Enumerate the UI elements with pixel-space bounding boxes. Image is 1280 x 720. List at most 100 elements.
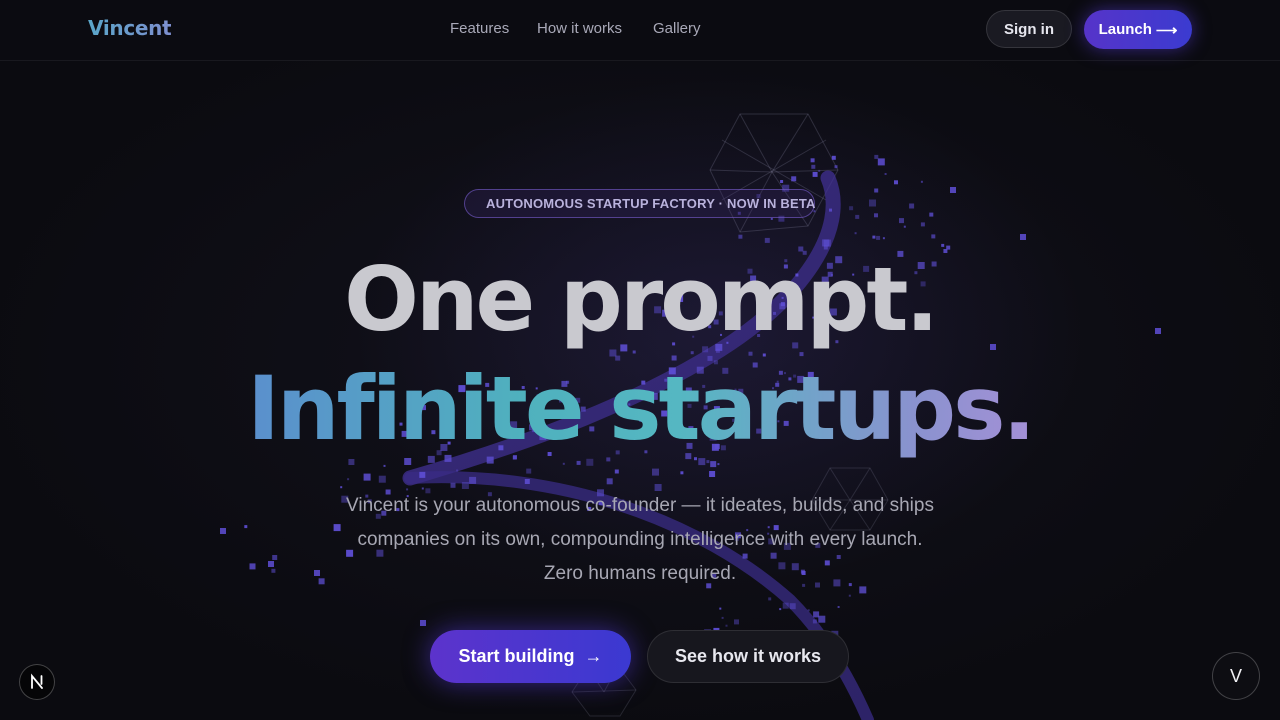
start-building-button[interactable]: Start building → [430,630,631,683]
particle [869,199,876,207]
particle [562,462,565,465]
particle [680,471,684,475]
headline-line-1: One prompt. [344,248,939,351]
subtitle-line-1: Vincent is your autonomous co-founder — … [346,495,934,516]
particle [272,555,278,560]
particle [719,607,722,610]
particle [706,460,710,464]
headline-gradient-text: Infinite startups. [247,357,1036,460]
particle [789,603,796,610]
particle [725,624,728,627]
particle [383,464,386,467]
particle [882,237,885,240]
beta-badge: AUTONOMOUS STARTUP FACTORY · NOW IN BETA [464,189,815,218]
particle [849,206,854,211]
arrow-right-icon: → [584,646,603,666]
nav-link-gallery[interactable]: Gallery [653,20,701,37]
particle [782,602,789,609]
particle [807,609,810,612]
brand-logo[interactable]: Vincent [88,16,172,40]
particle [244,525,248,529]
particle [837,606,840,608]
particle [340,486,343,489]
particle [791,176,797,182]
particle [929,212,934,217]
nav-link-features[interactable]: Features [450,20,509,37]
particle [931,234,936,239]
nav-link-how-it-works[interactable]: How it works [537,20,622,37]
particle [420,620,426,626]
start-building-label: Start building [458,646,575,666]
particle [710,461,717,468]
particle [874,154,879,159]
particle [1020,234,1026,240]
particle [363,473,371,481]
particle [811,164,816,169]
particle [748,351,753,356]
particle [813,611,820,618]
particle [690,351,694,355]
particle [823,239,831,247]
particle [709,471,716,477]
particle [606,478,613,485]
particle [768,597,772,601]
particle [854,232,857,235]
particle [721,616,724,619]
particle [950,187,956,193]
particle [461,482,469,489]
particle [834,165,838,169]
particle [818,615,826,623]
particle [717,463,720,466]
subtitle-line-3: Zero humans required. [543,563,737,584]
particle [249,563,256,570]
launch-button[interactable]: Launch ⟶ [1084,10,1192,49]
particle [770,217,773,220]
particle [848,594,851,597]
particle [469,476,477,484]
nextjs-logo-button[interactable] [19,664,55,700]
particle [271,568,276,573]
particle [799,352,804,357]
particle [909,203,915,209]
particle [920,180,923,183]
particle [456,469,459,472]
particle [920,222,925,227]
sign-in-button[interactable]: Sign in [986,10,1072,48]
particle [810,158,815,163]
particle [899,218,904,224]
particle [526,468,532,474]
badge-text: AUTONOMOUS STARTUP FACTORY · NOW IN BETA [486,196,816,211]
particle [220,528,226,534]
particle [378,475,386,483]
see-how-it-works-button[interactable]: See how it works [647,630,849,683]
particle [874,213,878,218]
particle [450,482,456,488]
particle [829,208,832,212]
particle [780,180,784,183]
particle [268,561,274,567]
particle [884,173,887,175]
nextjs-logo-icon [31,673,43,689]
particle [524,479,530,484]
particle [738,234,743,239]
particle [419,471,426,478]
particle [812,171,818,177]
particle [652,468,659,476]
particle [576,460,581,465]
particle [903,225,906,228]
particle [894,180,898,185]
top-navbar: Vincent Features How it works Gallery Si… [0,0,1280,61]
avatar-v-button[interactable]: V [1212,652,1260,700]
particle [876,235,881,240]
launch-button-label: Launch [1098,21,1152,38]
particle [734,619,739,625]
particle [831,155,836,160]
particle [812,619,817,624]
particle [614,469,619,474]
particle [872,235,876,239]
particle [764,237,770,243]
subtitle-line-2: companies on its own, compounding intell… [357,529,923,550]
particle [877,158,885,166]
hero-subtitle: Vincent is your autonomous co-founder — … [320,489,960,591]
particle [779,608,782,611]
